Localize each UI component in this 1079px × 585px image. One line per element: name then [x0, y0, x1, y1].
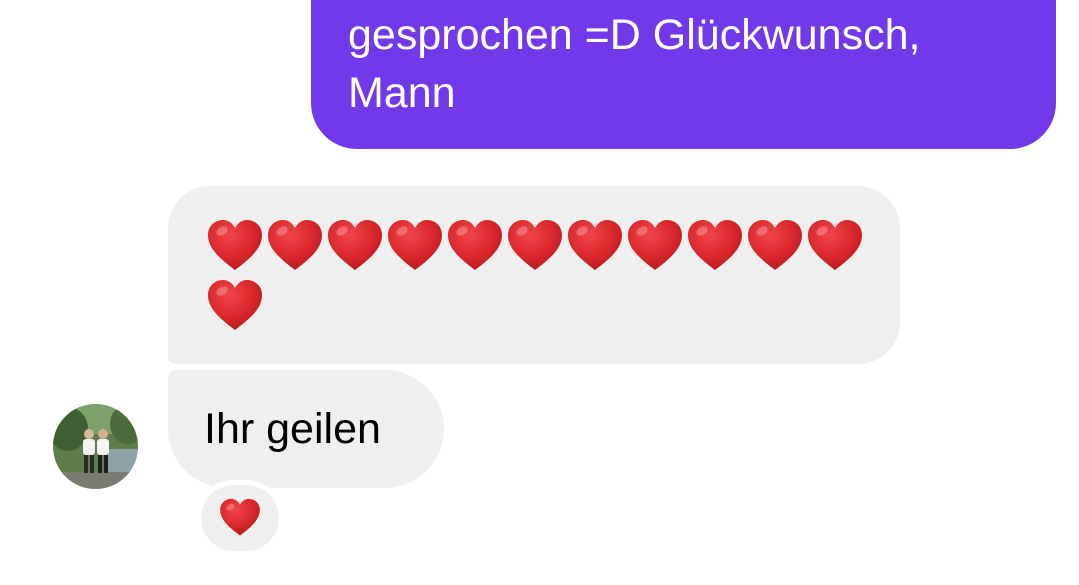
- red-heart-icon: [205, 276, 265, 336]
- red-heart-icon: [265, 216, 325, 276]
- red-heart-icon: [385, 216, 445, 276]
- red-heart-icon: [445, 216, 505, 276]
- hearts-row-1: [205, 216, 865, 276]
- red-heart-icon: [625, 216, 685, 276]
- sender-avatar[interactable]: [53, 404, 138, 489]
- red-heart-icon: [218, 496, 262, 540]
- profile-photo-icon: [53, 404, 138, 489]
- sent-message-bubble[interactable]: gesprochen =D Glückwunsch, Mann: [311, 0, 1056, 149]
- red-heart-icon: [565, 216, 625, 276]
- red-heart-icon: [505, 216, 565, 276]
- red-heart-icon: [805, 216, 865, 276]
- hearts-row-2: [205, 276, 265, 336]
- red-heart-icon: [745, 216, 805, 276]
- received-message-text: Ihr geilen: [204, 405, 381, 453]
- red-heart-icon: [685, 216, 745, 276]
- red-heart-icon: [325, 216, 385, 276]
- red-heart-icon: [205, 216, 265, 276]
- sent-message-text: gesprochen =D Glückwunsch, Mann: [348, 11, 921, 117]
- received-text-message-bubble[interactable]: Ihr geilen: [168, 370, 444, 488]
- heart-reaction-badge[interactable]: [196, 480, 284, 556]
